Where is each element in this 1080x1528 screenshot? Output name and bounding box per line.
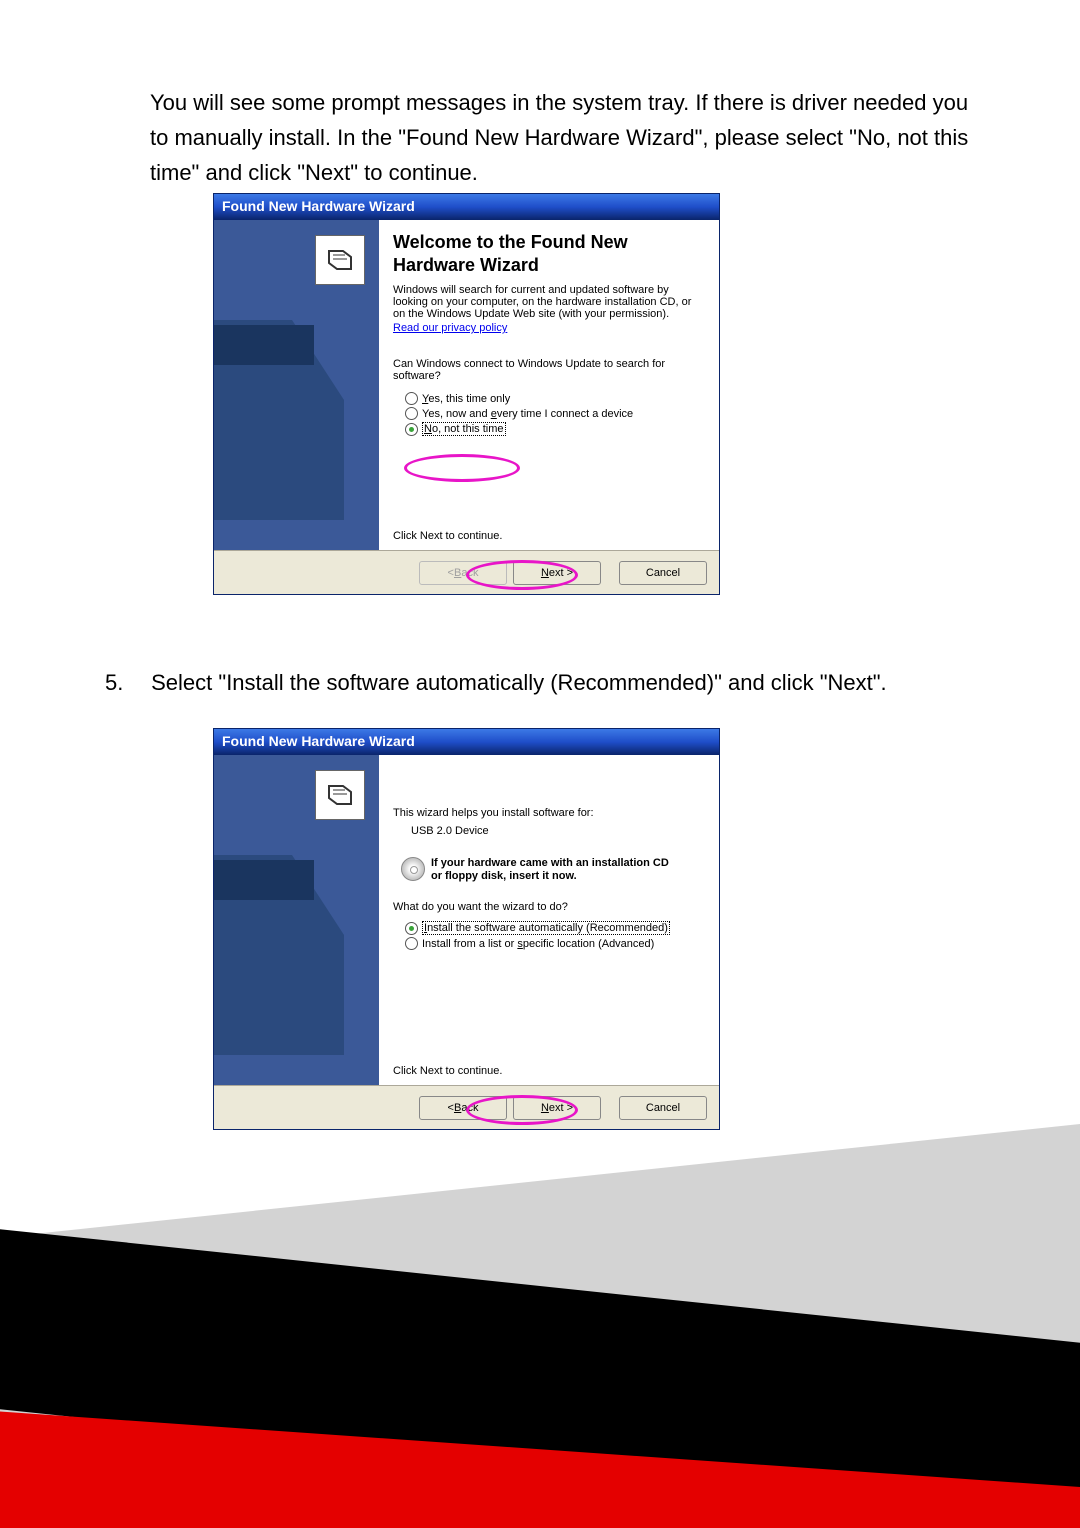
wizard2-body: This wizard helps you install software f…: [214, 755, 719, 1085]
click-next-label: Click Next to continue.: [393, 530, 502, 542]
wizard1-heading-2: Hardware Wizard: [393, 255, 701, 276]
step5-text: Select "Install the software automatical…: [151, 670, 887, 695]
cancel-button[interactable]: Cancel: [619, 1096, 707, 1120]
hardware-icon: [315, 770, 365, 820]
device-label: USB 2.0 Device: [411, 825, 701, 837]
next-button[interactable]: Next >: [513, 1096, 601, 1120]
wizard2-para: This wizard helps you install software f…: [393, 807, 701, 819]
wizard2-sidebar: [214, 755, 379, 1085]
radio-icon: [405, 423, 418, 436]
wizard-dialog-1: Found New Hardware Wizard Welcome to the…: [213, 193, 720, 595]
radio-icon: [405, 922, 418, 935]
wizard2-content: This wizard helps you install software f…: [379, 755, 719, 1085]
radio-yes-every-time[interactable]: Yes, now and every time I connect a devi…: [405, 407, 701, 420]
cd-icon: [401, 857, 425, 881]
wizard1-para: Windows will search for current and upda…: [393, 284, 701, 320]
radio-install-advanced[interactable]: Install from a list or specific location…: [405, 937, 701, 950]
step5: 5. Select "Install the software automati…: [105, 670, 970, 696]
intro-paragraph: You will see some prompt messages in the…: [150, 85, 970, 191]
radio-install-auto[interactable]: Install the software automatically (Reco…: [405, 921, 701, 935]
radio-yes-this-time[interactable]: Yes, this time only: [405, 392, 701, 405]
wizard1-footer: < Back Next > Cancel: [214, 550, 719, 594]
radio-icon: [405, 392, 418, 405]
hardware-icon: [315, 235, 365, 285]
document-page: You will see some prompt messages in the…: [0, 0, 1080, 1528]
wizard1-titlebar: Found New Hardware Wizard: [214, 194, 719, 220]
wizard1-content: Welcome to the Found New Hardware Wizard…: [379, 220, 719, 550]
wizard2-titlebar: Found New Hardware Wizard: [214, 729, 719, 755]
click-next-label: Click Next to continue.: [393, 1065, 502, 1077]
cd-hint: If your hardware came with an installati…: [401, 857, 701, 883]
step5-number: 5.: [105, 670, 145, 696]
privacy-link[interactable]: Read our privacy policy: [393, 322, 701, 334]
cancel-button[interactable]: Cancel: [619, 561, 707, 585]
radio-icon: [405, 407, 418, 420]
back-button[interactable]: < Back: [419, 1096, 507, 1120]
radio-no-not-this-time[interactable]: No, not this time: [405, 422, 701, 436]
wizard1-sidebar: [214, 220, 379, 550]
radio-icon: [405, 937, 418, 950]
back-button: < Back: [419, 561, 507, 585]
next-button[interactable]: Next >: [513, 561, 601, 585]
wizard1-question: Can Windows connect to Windows Update to…: [393, 358, 701, 382]
wizard2-question: What do you want the wizard to do?: [393, 901, 701, 913]
wizard1-body: Welcome to the Found New Hardware Wizard…: [214, 220, 719, 550]
wizard-dialog-2: Found New Hardware Wizard This wizard he…: [213, 728, 720, 1130]
wizard1-heading: Welcome to the Found New: [393, 232, 701, 253]
wizard2-footer: < Back Next > Cancel: [214, 1085, 719, 1129]
